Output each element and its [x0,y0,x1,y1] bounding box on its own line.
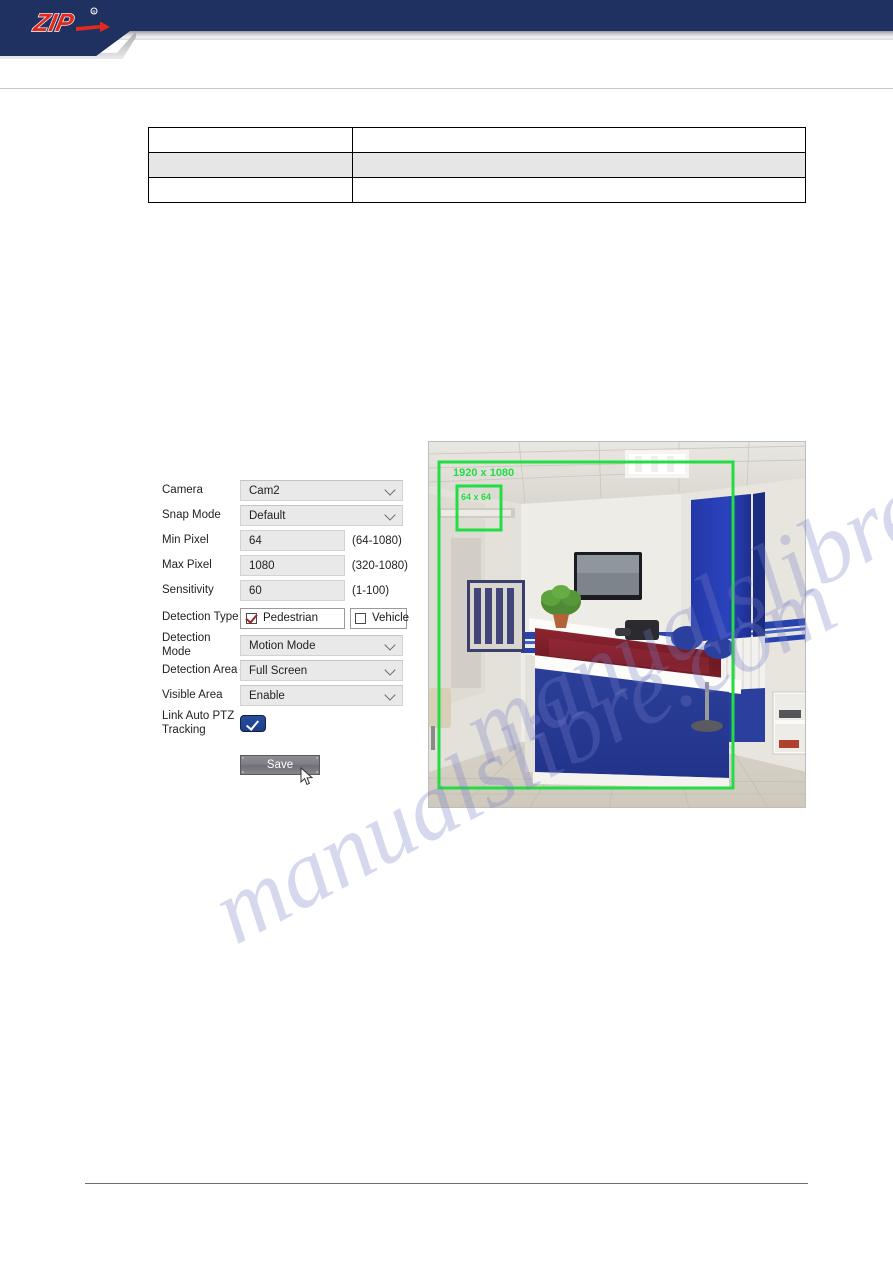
svg-text:ZIP: ZIP [30,9,76,37]
form-row-detection-type: Detection Type Pedestrian Vehicle [162,603,410,633]
empty-checkbox-icon [355,612,366,624]
svg-text:64 x 64: 64 x 64 [461,492,491,502]
form-row-max-pixel: Max Pixel 1080 (320-1080) [162,553,408,578]
max-pixel-input[interactable]: 1080 [240,555,345,576]
chevron-down-icon [384,688,396,701]
min-pixel-input[interactable]: 64 [240,530,345,551]
save-button-label: Save [266,759,294,771]
header-divider [0,88,893,89]
table-cell [148,152,353,178]
button-corner [316,771,318,773]
max-pixel-label: Max Pixel [162,558,212,571]
snap-mode-label: Snap Mode [162,508,221,521]
visible-area-select[interactable]: Enable [240,685,403,706]
page-header: ZIP R [0,0,893,89]
camera-select[interactable]: Cam2 [240,480,403,501]
smart-detection-settings-form: Camera Cam2 Snap Mode Default Min Pixel … [162,478,410,738]
camera-preview[interactable]: 1920 x 1080 64 x 64 [428,441,806,808]
table-row [148,127,806,153]
sensitivity-range-hint: (1-100) [352,584,390,597]
detection-mode-select[interactable]: Motion Mode [240,635,403,656]
chevron-down-icon [384,663,396,676]
link-auto-ptz-label: Link Auto PTZ Tracking [162,709,235,736]
table-cell [352,177,806,203]
visible-area-label: Visible Area [162,688,223,701]
form-row-camera: Camera Cam2 [162,478,408,503]
detection-area-select[interactable]: Full Screen [240,660,403,681]
sensitivity-label: Sensitivity [162,583,214,596]
sensitivity-value: 60 [249,584,262,597]
checkmark-icon [246,612,257,624]
form-row-snap-mode: Snap Mode Default [162,503,408,528]
table-cell [148,177,353,203]
button-corner [242,771,244,773]
form-row-detection-area: Detection Area Full Screen [162,658,408,683]
table-cell [148,127,353,153]
table-row [148,177,806,203]
detection-mode-select-value: Motion Mode [249,639,316,652]
chevron-down-icon [384,483,396,496]
camera-label: Camera [162,483,203,496]
button-corner [316,757,318,759]
vehicle-label: Vehicle [372,612,410,624]
form-row-min-pixel: Min Pixel 64 (64-1080) [162,528,408,553]
table-row [148,152,806,178]
sensitivity-input[interactable]: 60 [240,580,345,601]
min-pixel-range-hint: (64-1080) [352,534,402,547]
min-pixel-label: Min Pixel [162,533,209,546]
vehicle-checkbox[interactable]: Vehicle [350,607,410,629]
svg-text:1920 x 1080: 1920 x 1080 [453,467,514,479]
detection-type-label: Detection Type [162,611,239,624]
max-pixel-range-hint: (320-1080) [351,559,408,572]
visible-area-select-value: Enable [249,689,285,702]
camera-select-value: Cam2 [249,484,280,497]
mouse-cursor-icon [300,766,314,792]
chevron-down-icon [384,508,396,521]
form-row-link-auto-ptz: Link Auto PTZ Tracking [162,708,408,738]
chevron-down-icon [384,638,396,651]
link-auto-ptz-toggle[interactable] [240,714,266,732]
pedestrian-label: Pedestrian [263,612,318,624]
save-button-wrap: Save [240,755,320,786]
detection-mode-label: Detection Mode [162,632,211,658]
table-cell [352,152,806,178]
detection-area-select-value: Full Screen [249,664,308,677]
min-pixel-value: 64 [249,534,262,547]
snap-mode-select-value: Default [249,509,286,522]
form-row-detection-mode: Detection Mode Motion Mode [162,632,408,658]
table-cell [352,127,806,153]
footer-divider [85,1183,808,1184]
zip-logo: ZIP R [20,5,115,39]
button-corner [242,757,244,759]
detection-area-label: Detection Area [162,663,238,676]
snap-mode-select[interactable]: Default [240,505,403,526]
form-row-visible-area: Visible Area Enable [162,683,408,708]
max-pixel-value: 1080 [249,559,275,572]
pedestrian-checkbox[interactable]: Pedestrian [240,607,345,629]
document-table [148,127,806,203]
form-row-sensitivity: Sensitivity 60 (1-100) [162,578,408,603]
header-silver-stripe [105,31,893,40]
